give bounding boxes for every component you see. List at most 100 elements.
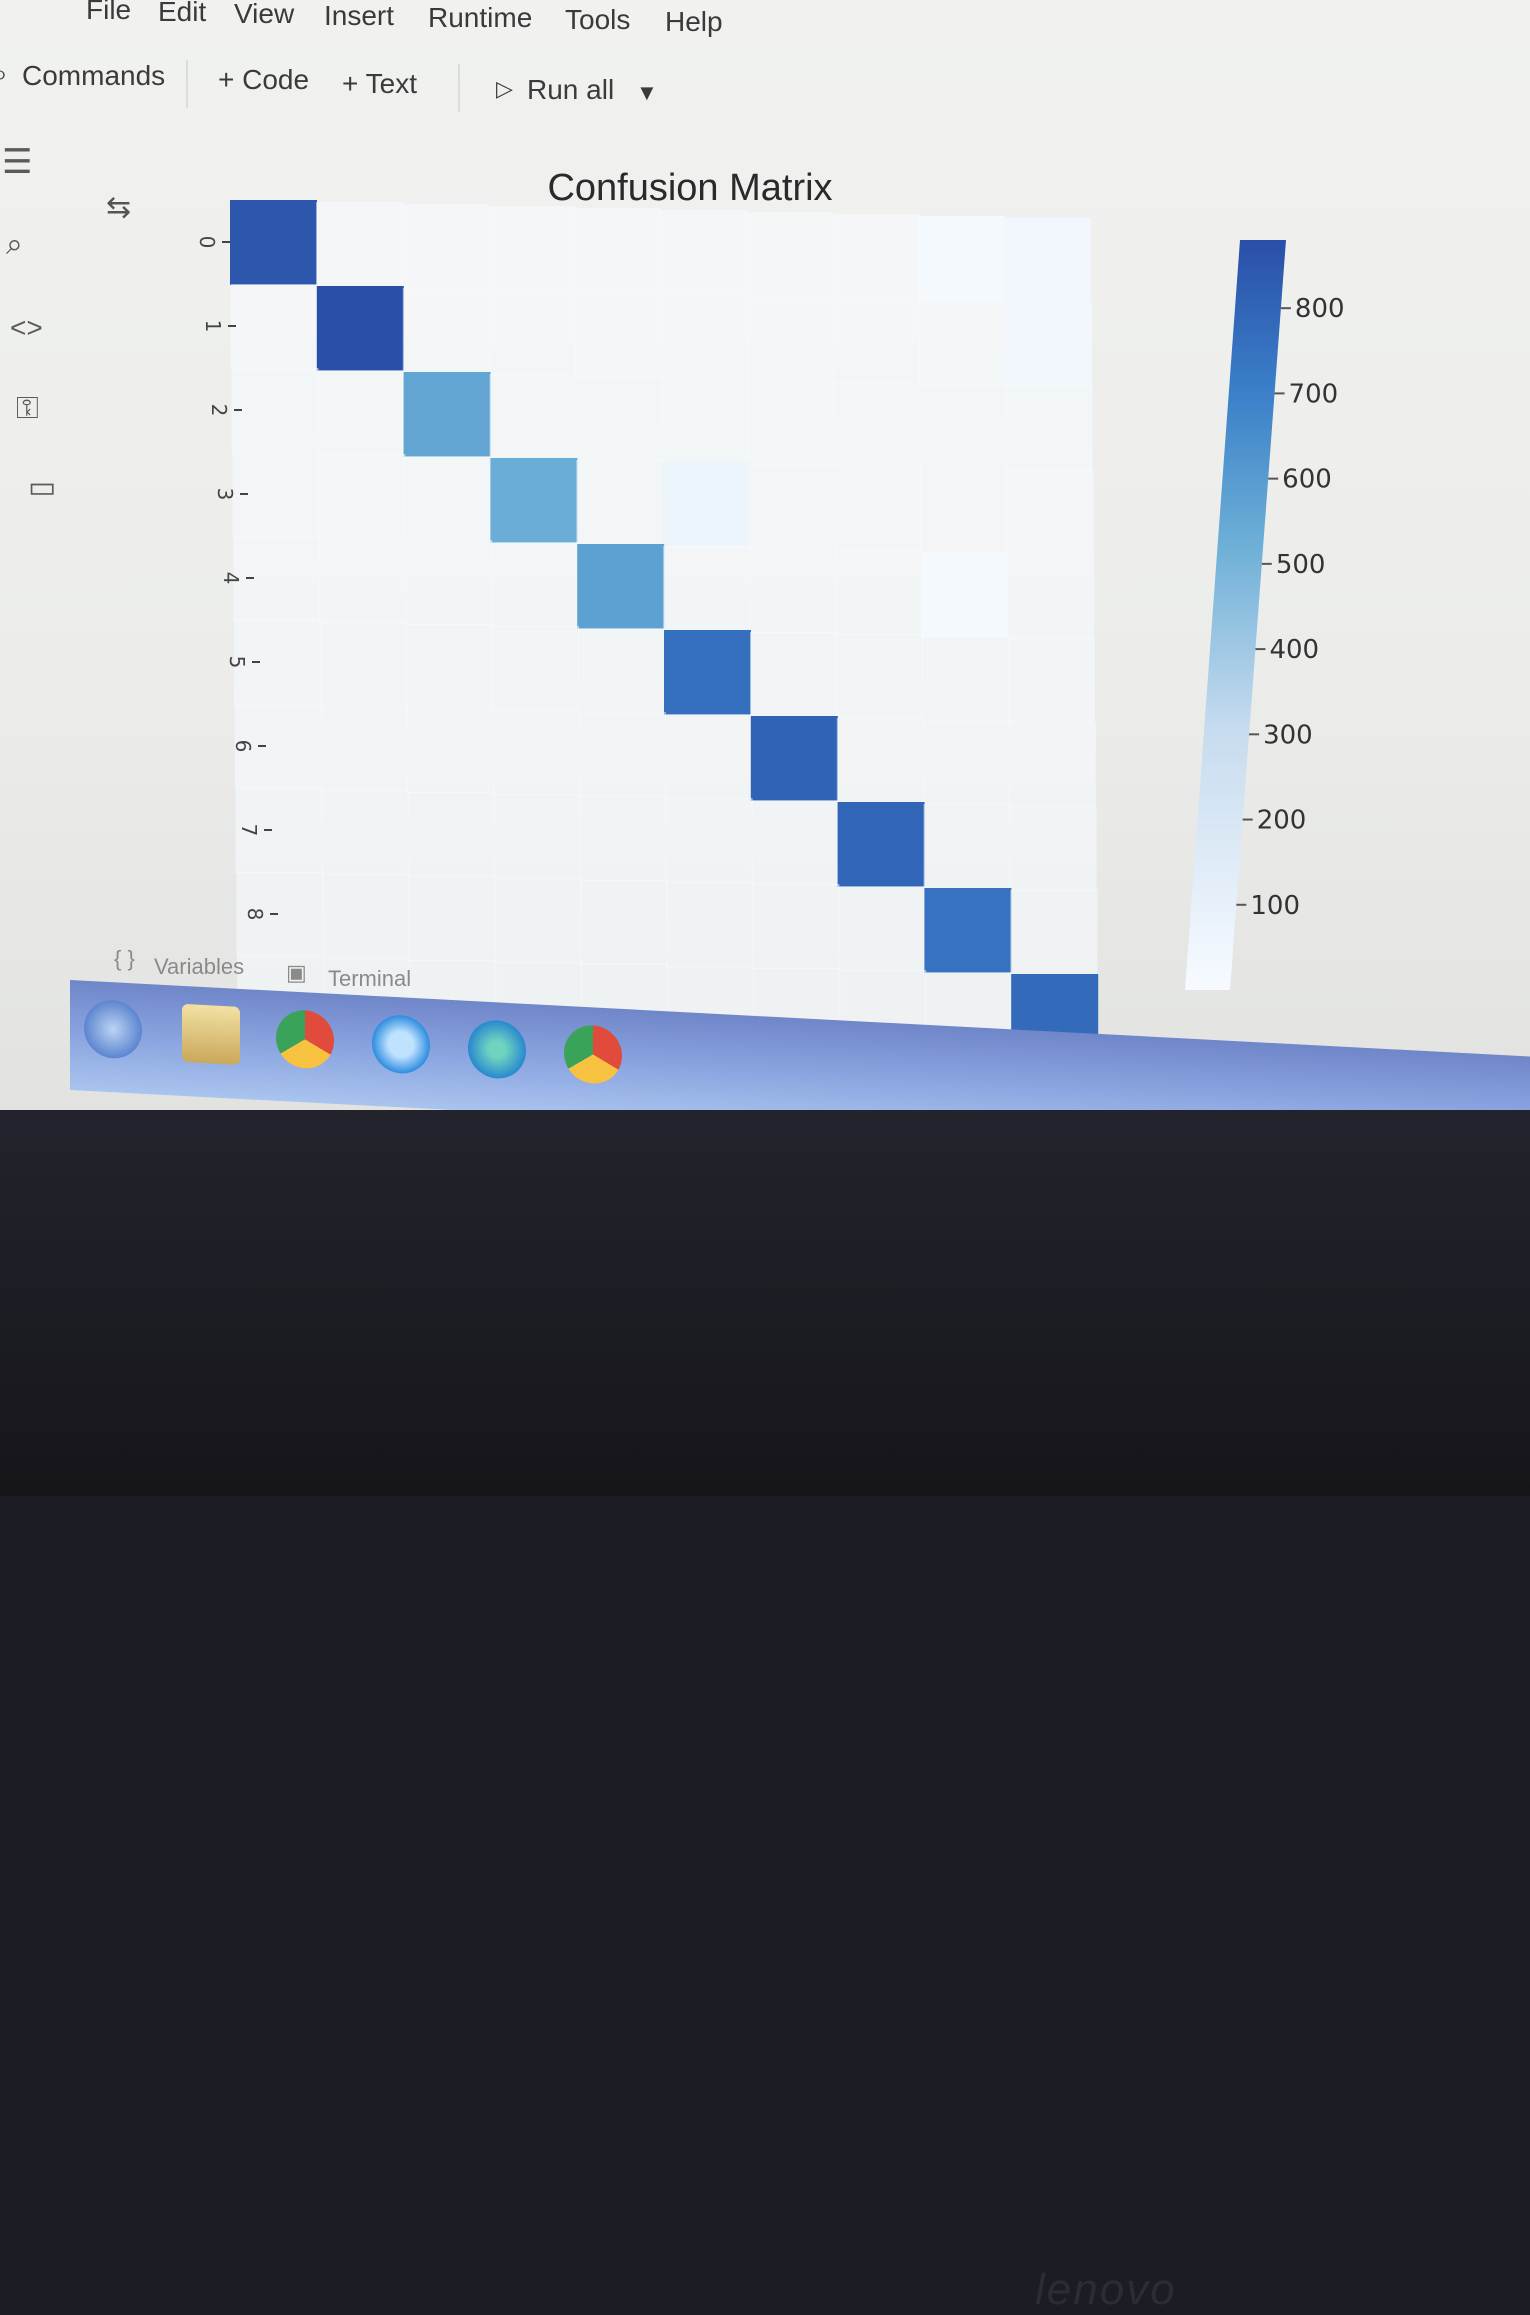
- heatmap-cell-3-2: [404, 456, 492, 541]
- heatmap-cell-0-0: [230, 200, 317, 285]
- heatmap-cell-4-4: [577, 544, 665, 629]
- heatmap-cell-2-7: [833, 382, 921, 467]
- heatmap-cell-5-6: [750, 632, 837, 717]
- heatmap-cell-7-6: [751, 800, 839, 885]
- heatmap-cell-3-6: [748, 464, 836, 549]
- heatmap-cell-6-7: [836, 718, 924, 803]
- heatmap-cell-1-0: [230, 284, 318, 369]
- row-label-7: 7: [237, 824, 261, 837]
- heatmap-cell-3-8: [920, 468, 1008, 553]
- internet-explorer-icon[interactable]: [372, 1013, 430, 1075]
- heatmap-cell-0-3: [488, 206, 575, 291]
- heatmap-cell-5-2: [406, 624, 493, 709]
- heatmap-cell-7-5: [665, 798, 753, 883]
- heatmap-cell-6-6: [750, 716, 838, 801]
- laptop-bezel: lenovo: [0, 1110, 1530, 2314]
- heatmap-cell-1-3: [488, 290, 576, 375]
- heatmap-cell-8-6: [752, 884, 840, 969]
- heatmap-cell-6-2: [406, 708, 494, 793]
- heatmap-cell-4-8: [921, 552, 1009, 637]
- row-label-4: 4: [219, 572, 243, 585]
- heatmap-cell-0-7: [832, 214, 919, 299]
- heatmap-cell-7-4: [579, 796, 667, 881]
- heatmap-cell-6-9: [1008, 722, 1096, 807]
- heatmap-cells: [230, 200, 1099, 1059]
- colorbar-label-800: 800: [1295, 294, 1345, 324]
- heatmap-cell-7-1: [321, 790, 409, 875]
- terminal-tab[interactable]: Terminal: [328, 966, 411, 992]
- heatmap-cell-4-2: [405, 540, 493, 625]
- heatmap-cell-3-9: [1006, 470, 1094, 555]
- heatmap-cell-0-9: [1004, 218, 1091, 303]
- chart-title: Confusion Matrix: [547, 167, 832, 209]
- row-label-8: 8: [243, 908, 267, 921]
- heatmap-cell-8-5: [666, 882, 754, 967]
- heatmap-cell-2-5: [661, 378, 749, 463]
- heatmap-cell-5-7: [836, 634, 923, 719]
- heatmap-cell-6-5: [664, 714, 752, 799]
- heatmap-cell-2-1: [317, 370, 405, 455]
- colorbar-label-500: 500: [1276, 550, 1326, 580]
- heatmap-cell-7-2: [407, 792, 495, 877]
- heatmap-cell-3-7: [834, 466, 922, 551]
- heatmap-cell-4-1: [319, 538, 407, 623]
- heatmap-cell-3-3: [490, 458, 578, 543]
- heatmap-cell-8-9: [1010, 890, 1098, 975]
- heatmap-cell-1-5: [660, 294, 748, 379]
- heatmap-cell-7-9: [1009, 806, 1097, 891]
- bottom-panel-bar: { } Variables ▣ Terminal: [100, 940, 600, 992]
- heatmap-cell-4-3: [491, 542, 579, 627]
- heatmap-cell-4-9: [1007, 554, 1095, 639]
- row-label-5: 5: [225, 656, 249, 669]
- heatmap-cell-2-8: [919, 384, 1007, 469]
- heatmap-cell-1-7: [832, 298, 920, 383]
- heatmap-cell-2-9: [1005, 386, 1093, 471]
- heatmap-cell-1-1: [316, 286, 404, 371]
- heatmap-cell-4-5: [663, 546, 751, 631]
- heatmap-cell-0-2: [402, 204, 489, 289]
- colorbar-label-700: 700: [1289, 379, 1339, 409]
- colorbar-label-300: 300: [1263, 720, 1313, 750]
- heatmap-cell-1-2: [402, 288, 490, 373]
- heatmap-cell-1-4: [574, 292, 662, 377]
- variables-tab[interactable]: Variables: [154, 954, 244, 980]
- heatmap-cell-3-5: [662, 462, 750, 547]
- heatmap-cell-1-8: [918, 300, 1006, 385]
- heatmap-cell-8-8: [924, 888, 1012, 973]
- terminal-icon: ▣: [286, 960, 307, 985]
- colorbar-label-600: 600: [1282, 465, 1332, 495]
- heatmap-cell-1-9: [1004, 302, 1092, 387]
- heatmap-cell-5-8: [922, 636, 1009, 721]
- heatmap-cell-2-3: [489, 374, 577, 459]
- heatmap-cell-0-8: [918, 216, 1005, 301]
- heatmap-cell-3-1: [318, 454, 406, 539]
- chrome-profile-icon[interactable]: [564, 1023, 622, 1085]
- colorbar-label-400: 400: [1269, 635, 1319, 665]
- row-label-1: 1: [201, 320, 225, 333]
- heatmap-cell-5-5: [664, 630, 751, 715]
- heatmap-cell-3-4: [576, 460, 664, 545]
- heatmap-cell-2-6: [747, 380, 835, 465]
- heatmap-cell-7-7: [837, 802, 925, 887]
- heatmap-cell-5-9: [1008, 638, 1095, 723]
- windows-start-icon[interactable]: [84, 998, 142, 1060]
- heatmap-cell-4-7: [835, 550, 923, 635]
- heatmap-cell-4-6: [749, 548, 837, 633]
- heatmap-cell-6-1: [320, 706, 408, 791]
- chrome-icon[interactable]: [276, 1008, 334, 1070]
- heatmap-cell-2-2: [403, 372, 491, 457]
- colorbar-label-100: 100: [1250, 891, 1300, 921]
- heatmap-cell-6-4: [578, 712, 666, 797]
- file-explorer-icon[interactable]: [182, 1003, 240, 1065]
- heatmap-cell-5-4: [578, 628, 665, 713]
- row-label-2: 2: [207, 404, 231, 417]
- brand-logo: lenovo: [1035, 2265, 1177, 2314]
- heatmap-cell-6-8: [922, 720, 1010, 805]
- heatmap-cell-7-8: [923, 804, 1011, 889]
- edge-icon[interactable]: [468, 1018, 526, 1080]
- colorbar-gradient: [1185, 240, 1286, 990]
- heatmap-cell-2-0: [231, 368, 319, 453]
- row-label-6: 6: [231, 740, 255, 753]
- heatmap-cell-5-3: [492, 626, 579, 711]
- heatmap-cell-5-1: [320, 622, 407, 707]
